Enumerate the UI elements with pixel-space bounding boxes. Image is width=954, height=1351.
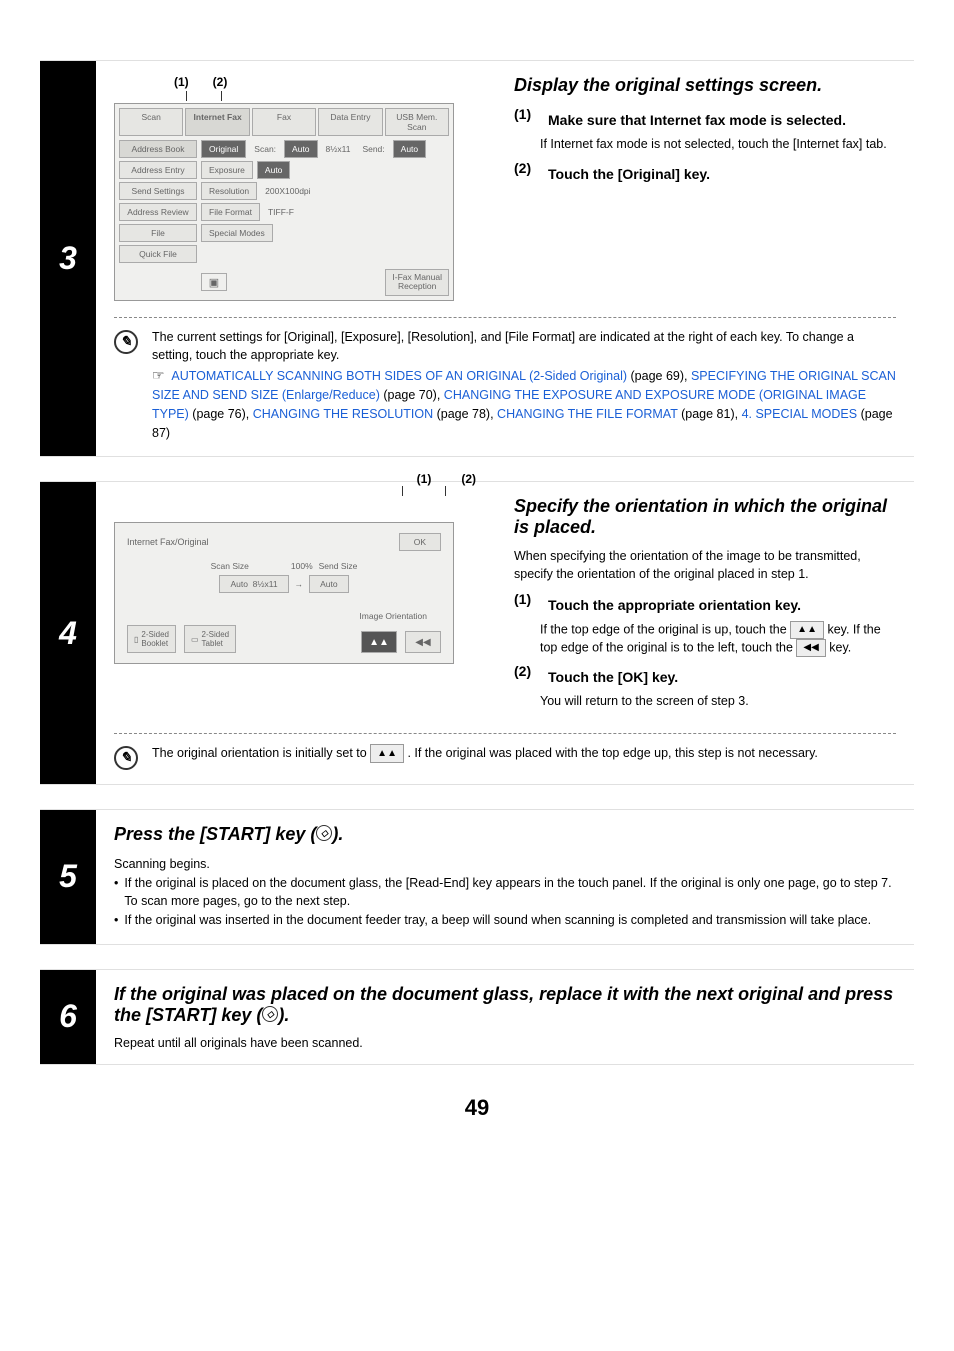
address-review-button[interactable]: Address Review <box>119 203 197 221</box>
orientation-left-button[interactable]: ◀◀ <box>405 631 441 653</box>
settings-panel: Scan Internet Fax Fax Data Entry USB Mem… <box>114 103 454 301</box>
tab-data-entry[interactable]: Data Entry <box>318 108 382 136</box>
ok-button[interactable]: OK <box>399 533 441 551</box>
callout-4-2: (2) <box>461 472 476 486</box>
preview-icon[interactable]: ▣ <box>201 273 227 291</box>
quick-file-button[interactable]: Quick File <box>119 245 197 263</box>
send-settings-button[interactable]: Send Settings <box>119 182 197 200</box>
step5-bullet2: If the original was inserted in the docu… <box>124 911 871 930</box>
step4-sub1-num: (1) <box>514 591 540 617</box>
orientation-up-button[interactable]: ▲▲ <box>361 631 397 653</box>
step4-note: ✎ The original orientation is initially … <box>114 744 896 770</box>
orient-up-icon-note: ▲▲ <box>370 744 404 763</box>
resolution-button[interactable]: Resolution <box>201 182 257 200</box>
address-book-button[interactable]: Address Book <box>119 140 197 158</box>
step4-sub1-desc: If the top edge of the original is up, t… <box>540 621 896 657</box>
original-button[interactable]: Original <box>201 140 246 158</box>
panel2-title: Internet Fax/Original <box>127 537 209 547</box>
file-button[interactable]: File <box>119 224 197 242</box>
ratio-label: 100% <box>291 561 313 571</box>
tab-scan[interactable]: Scan <box>119 108 183 136</box>
step-number-5: 5 <box>40 810 96 944</box>
step-5-block: 5 Press the [START] key (◇). Scanning be… <box>40 809 914 945</box>
scan-label: Scan: <box>250 141 280 157</box>
send-label: Send: <box>358 141 388 157</box>
note-icon: ✎ <box>114 330 138 354</box>
scan-auto-button[interactable]: Auto <box>284 140 318 158</box>
link-file-format[interactable]: CHANGING THE FILE FORMAT <box>497 407 678 421</box>
tab-internet-fax[interactable]: Internet Fax <box>185 108 249 136</box>
address-entry-button[interactable]: Address Entry <box>119 161 197 179</box>
resolution-value: 200X100dpi <box>261 183 314 199</box>
step-4-block: 4 (1) (2) Internet Fax/Original OK Scan … <box>40 481 914 785</box>
file-format-value: TIFF-F <box>264 204 298 220</box>
orient-up-icon: ▲▲ <box>790 621 824 639</box>
sub2-num: (2) <box>514 160 540 186</box>
step5-lead: Scanning begins. <box>114 855 896 874</box>
sub1-num: (1) <box>514 106 540 132</box>
callout-2: (2) <box>213 75 228 89</box>
step4-heading: Specify the orientation in which the ori… <box>514 496 896 538</box>
scan-size-label: Scan Size <box>211 561 249 571</box>
2sided-tablet-button[interactable]: ▭2-Sided Tablet <box>184 625 236 653</box>
note-icon: ✎ <box>114 746 138 770</box>
orientation-panel: Internet Fax/Original OK Scan Size 100% … <box>114 522 454 664</box>
step3-heading: Display the original settings screen. <box>514 75 896 96</box>
sub1-desc: If Internet fax mode is not selected, to… <box>540 136 896 154</box>
step3-note: ✎ The current settings for [Original], [… <box>114 328 896 443</box>
link-2sided[interactable]: AUTOMATICALLY SCANNING BOTH SIDES OF AN … <box>171 369 627 383</box>
special-modes-button[interactable]: Special Modes <box>201 224 273 242</box>
start-key-icon: ◇ <box>262 1006 278 1022</box>
sub1-heading: Make sure that Internet fax mode is sele… <box>548 112 896 128</box>
step4-lead: When specifying the orientation of the i… <box>514 548 896 583</box>
tab-usb-mem-scan[interactable]: USB Mem. Scan <box>385 108 449 136</box>
send-auto-button[interactable]: Auto <box>393 140 427 158</box>
start-key-icon: ◇ <box>316 825 332 841</box>
tab-fax[interactable]: Fax <box>252 108 316 136</box>
step5-bullet1: If the original is placed on the documen… <box>124 874 896 912</box>
page-number: 49 <box>40 1095 914 1121</box>
hand-icon: ☞ <box>152 367 165 383</box>
file-format-button[interactable]: File Format <box>201 203 260 221</box>
step5-heading: Press the [START] key (◇). <box>114 824 896 845</box>
callout-1: (1) <box>174 75 189 89</box>
exposure-value[interactable]: Auto <box>257 161 291 179</box>
link-resolution[interactable]: CHANGING THE RESOLUTION <box>253 407 433 421</box>
step6-lead: Repeat until all originals have been sca… <box>114 1036 896 1050</box>
step-6-block: 6 If the original was placed on the docu… <box>40 969 914 1065</box>
callout-4-1: (1) <box>417 472 432 486</box>
note-lead: The current settings for [Original], [Ex… <box>152 330 854 363</box>
scan-paper: 8½x11 <box>322 141 355 157</box>
link-special-modes[interactable]: 4. SPECIAL MODES <box>742 407 858 421</box>
exposure-button[interactable]: Exposure <box>201 161 253 179</box>
step-number-4: 4 <box>40 482 96 784</box>
send-auto-btn[interactable]: Auto <box>309 575 349 593</box>
step4-sub2-desc: You will return to the screen of step 3. <box>540 693 896 711</box>
ifax-manual-reception-button[interactable]: I-Fax Manual Reception <box>385 269 449 296</box>
step-number-3: 3 <box>40 61 96 456</box>
step-3-block: 3 (1) (2) Scan Internet Fax Fax Data Ent… <box>40 60 914 457</box>
2sided-booklet-button[interactable]: ▯2-Sided Booklet <box>127 625 176 653</box>
orient-left-icon: ◀◀ <box>796 639 825 657</box>
step6-heading: If the original was placed on the docume… <box>114 984 896 1026</box>
step-number-6: 6 <box>40 970 96 1064</box>
image-orientation-label: Image Orientation <box>127 611 427 621</box>
step4-sub2-head: Touch the [OK] key. <box>548 669 896 685</box>
step4-sub2-num: (2) <box>514 663 540 689</box>
step4-sub1-head: Touch the appropriate orientation key. <box>548 597 896 613</box>
sub2-heading: Touch the [Original] key. <box>548 166 896 182</box>
scan-auto-btn[interactable]: Auto 8½x11 <box>219 575 288 593</box>
step-3-body: (1) (2) Scan Internet Fax Fax Data Entry… <box>96 61 914 456</box>
send-size-label: Send Size <box>319 561 358 571</box>
